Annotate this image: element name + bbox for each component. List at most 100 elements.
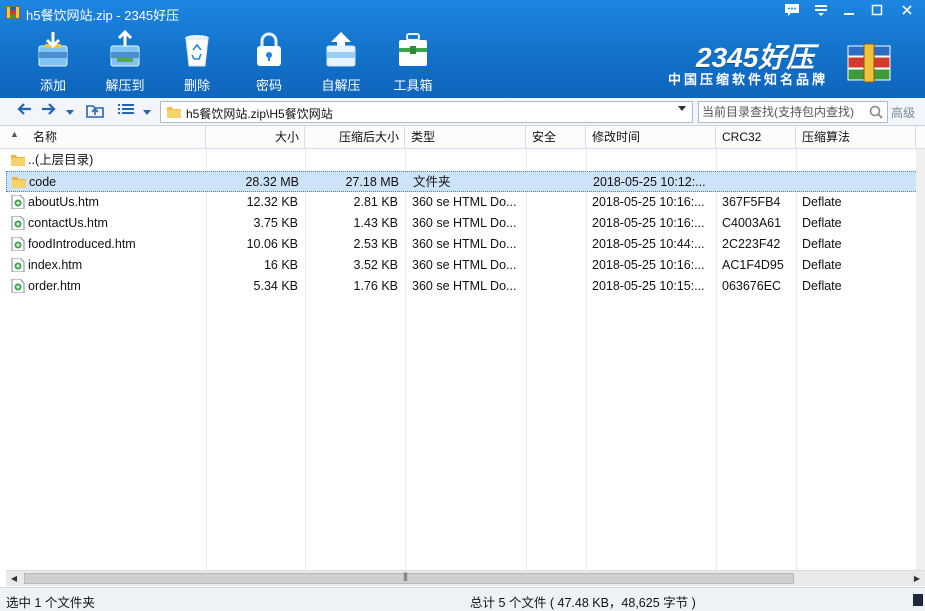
toolbox-icon xyxy=(396,30,430,68)
top-ribbon: h5餐饮网站.zip - 2345好压 添加 解压到 删除 密码 自解压 工具箱… xyxy=(0,0,925,98)
feedback-icon[interactable] xyxy=(781,3,803,21)
file-modified: 2018-05-25 10:15:... xyxy=(592,279,705,293)
up-folder-icon[interactable] xyxy=(85,102,105,122)
file-packed-size: 2.81 KB xyxy=(353,195,398,209)
path-field[interactable]: h5餐饮网站.zip\H5餐饮网站 xyxy=(160,101,693,123)
brand-slogan: 中国压缩软件知名品牌 xyxy=(668,72,829,87)
column-name[interactable]: 名称 xyxy=(0,126,206,149)
horizontal-scrollbar[interactable]: ◀ ▶ xyxy=(6,570,925,586)
self-extract-icon xyxy=(324,30,358,68)
file-modified: 2018-05-25 10:12:... xyxy=(593,175,706,189)
file-size: 16 KB xyxy=(263,258,298,272)
file-method: Deflate xyxy=(802,237,842,251)
selection-status: 选中 1 个文件夹 xyxy=(6,596,95,610)
maximize-icon[interactable] xyxy=(866,3,888,21)
file-size: 12.32 KB xyxy=(246,195,298,209)
title-bar: h5餐饮网站.zip - 2345好压 xyxy=(0,0,925,26)
html-file-icon xyxy=(11,236,25,252)
scroll-thumb[interactable] xyxy=(24,571,794,584)
file-packed-size: 3.52 KB xyxy=(353,258,398,272)
add-label: 添加 xyxy=(39,78,66,93)
path-text: h5餐饮网站.zip\H5餐饮网站 xyxy=(186,107,333,121)
extract-icon xyxy=(108,29,142,68)
add-button[interactable]: 添加 xyxy=(23,30,83,93)
history-dropdown-icon[interactable] xyxy=(63,102,77,122)
table-row-code[interactable]: code 28.32 MB 27.18 MB 文件夹 2018-05-25 10… xyxy=(6,171,920,192)
folder-icon xyxy=(12,175,26,189)
file-crc32: C4003A61 xyxy=(722,216,782,230)
file-crc32: 063676EC xyxy=(722,279,782,293)
file-crc32: 2C223F42 xyxy=(722,237,781,251)
column-modified[interactable]: 修改时间 xyxy=(586,126,716,149)
toolbox-button[interactable]: 工具箱 xyxy=(383,30,443,93)
list-header: ▲ 名称 大小 压缩后大小 类型 安全 修改时间 CRC32 压缩算法 xyxy=(0,126,925,149)
app-icon xyxy=(6,6,20,19)
file-size: 3.75 KB xyxy=(253,216,298,230)
folder-icon xyxy=(167,106,181,118)
recycle-bin-icon xyxy=(180,30,214,68)
view-list-icon[interactable] xyxy=(116,102,136,122)
minimize-icon[interactable] xyxy=(838,3,860,21)
extract-to-button[interactable]: 解压到 xyxy=(95,29,155,93)
table-row-parent[interactable]: ..(上层目录) xyxy=(6,150,920,171)
search-icon[interactable] xyxy=(869,105,883,119)
close-icon[interactable] xyxy=(896,3,918,21)
file-type: 360 se HTML Do... xyxy=(412,258,517,272)
view-dropdown-icon[interactable] xyxy=(140,102,154,122)
file-type: 360 se HTML Do... xyxy=(412,216,517,230)
file-name: order.htm xyxy=(28,279,81,293)
scroll-left-icon[interactable]: ◀ xyxy=(7,572,21,586)
advanced-search-link[interactable]: 高级 xyxy=(891,104,915,121)
window-title: h5餐饮网站.zip - 2345好压 xyxy=(26,8,180,23)
file-list: ▲ 名称 大小 压缩后大小 类型 安全 修改时间 CRC32 压缩算法 ..(上… xyxy=(0,126,925,570)
path-dropdown-icon[interactable] xyxy=(677,104,687,115)
self-extract-label: 自解压 xyxy=(321,78,361,93)
html-file-icon xyxy=(11,194,25,210)
vertical-scrollbar[interactable] xyxy=(916,149,925,570)
forward-icon[interactable] xyxy=(39,102,59,122)
column-packed-size[interactable]: 压缩后大小 xyxy=(305,126,405,149)
self-extract-button[interactable]: 自解压 xyxy=(311,30,371,93)
search-box[interactable] xyxy=(698,101,888,123)
file-type: 文件夹 xyxy=(413,175,451,189)
table-row[interactable]: foodIntroduced.htm 10.06 KB 2.53 KB 360 … xyxy=(6,234,920,255)
column-security[interactable]: 安全 xyxy=(526,126,586,149)
password-button[interactable]: 密码 xyxy=(239,30,299,93)
search-input[interactable] xyxy=(702,104,862,120)
column-crc32[interactable]: CRC32 xyxy=(716,126,796,149)
column-type[interactable]: 类型 xyxy=(405,126,526,149)
file-method: Deflate xyxy=(802,258,842,272)
file-modified: 2018-05-25 10:16:... xyxy=(592,195,705,209)
html-file-icon xyxy=(11,257,25,273)
file-modified: 2018-05-25 10:16:... xyxy=(592,258,705,272)
table-row[interactable]: contactUs.htm 3.75 KB 1.43 KB 360 se HTM… xyxy=(6,213,920,234)
total-status: 总计 5 个文件 ( 47.48 KB，48,625 字节 ) xyxy=(470,596,696,610)
file-size: 5.34 KB xyxy=(253,279,298,293)
column-size[interactable]: 大小 xyxy=(206,126,305,149)
file-name: contactUs.htm xyxy=(28,216,108,230)
file-type: 360 se HTML Do... xyxy=(412,195,517,209)
table-row[interactable]: index.htm 16 KB 3.52 KB 360 se HTML Do..… xyxy=(6,255,920,276)
file-name: ..(上层目录) xyxy=(28,153,94,167)
scroll-right-icon[interactable]: ▶ xyxy=(910,572,924,586)
table-row[interactable]: aboutUs.htm 12.32 KB 2.81 KB 360 se HTML… xyxy=(6,192,920,213)
table-row[interactable]: order.htm 5.34 KB 1.76 KB 360 se HTML Do… xyxy=(6,276,920,297)
file-size: 28.32 MB xyxy=(245,175,299,189)
extract-to-label: 解压到 xyxy=(105,78,145,93)
resize-grip-icon[interactable] xyxy=(913,594,923,606)
column-method[interactable]: 压缩算法 xyxy=(796,126,916,149)
menu-icon[interactable] xyxy=(810,3,832,21)
html-file-icon xyxy=(11,278,25,294)
back-icon[interactable] xyxy=(14,102,34,122)
toolbox-label: 工具箱 xyxy=(393,78,433,93)
file-packed-size: 2.53 KB xyxy=(353,237,398,251)
file-crc32: AC1F4D95 xyxy=(722,258,784,272)
folder-icon xyxy=(11,153,25,167)
file-type: 360 se HTML Do... xyxy=(412,237,517,251)
status-bar: 选中 1 个文件夹 总计 5 个文件 ( 47.48 KB，48,625 字节 … xyxy=(0,587,925,611)
file-method: Deflate xyxy=(802,216,842,230)
file-size: 10.06 KB xyxy=(246,237,298,251)
delete-button[interactable]: 删除 xyxy=(167,30,227,93)
delete-label: 删除 xyxy=(183,78,210,93)
lock-icon xyxy=(252,30,286,68)
